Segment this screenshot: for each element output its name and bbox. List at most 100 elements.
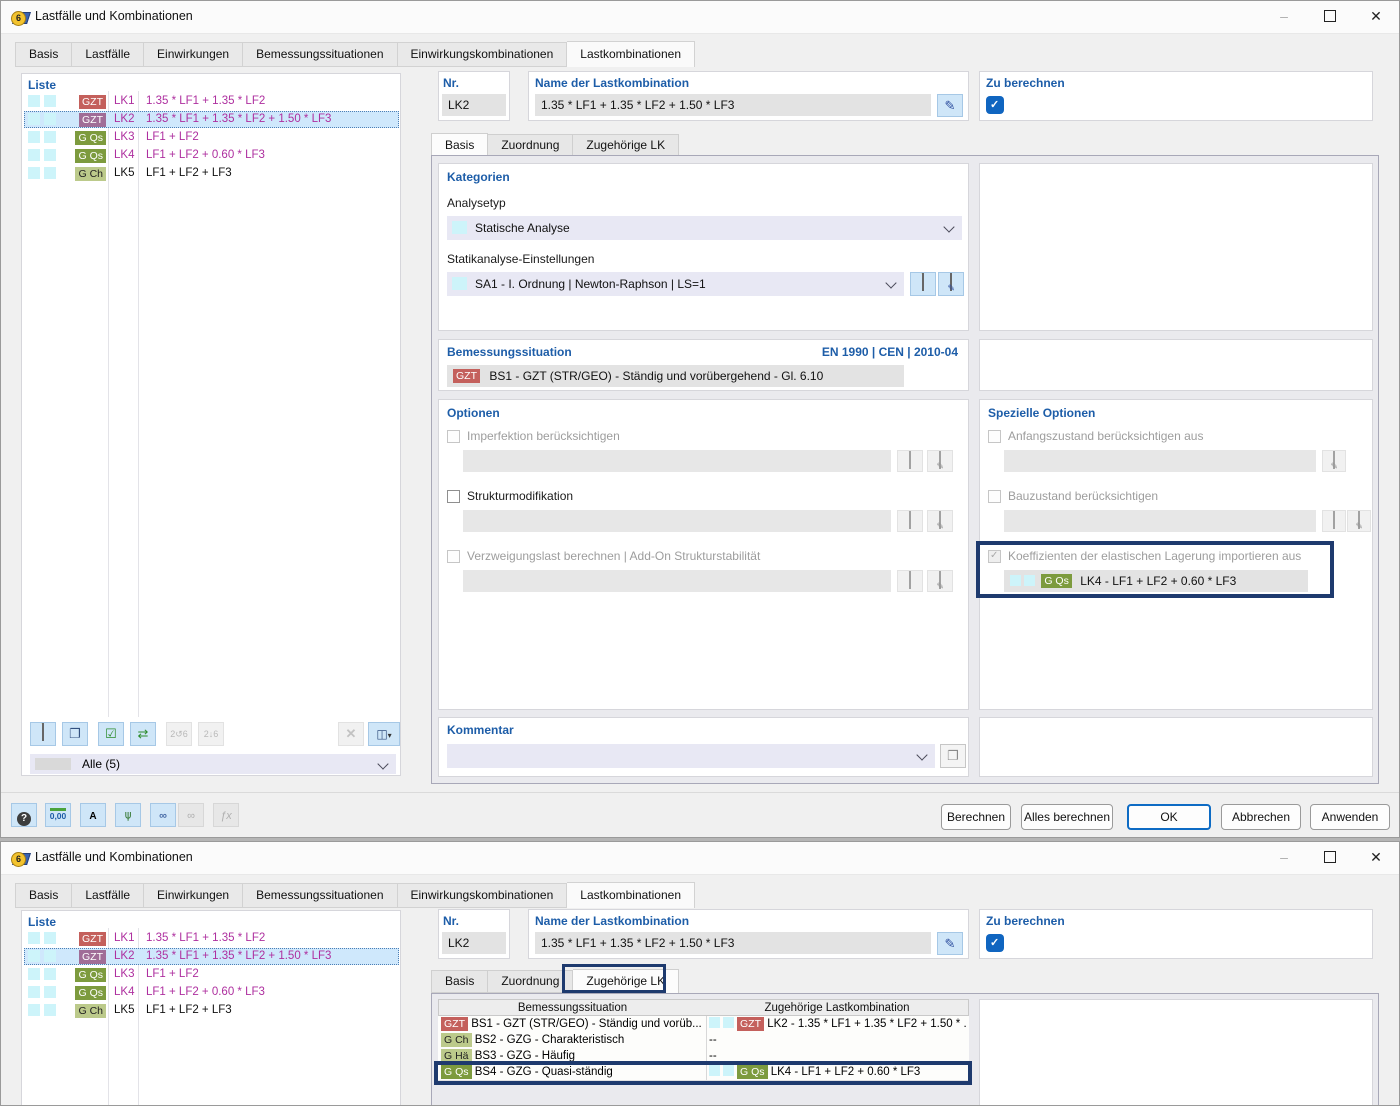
struktur-edit-button[interactable]: ✎ — [927, 510, 953, 532]
tab-bemessungssituationen[interactable]: Bemessungssituationen — [243, 883, 398, 908]
verzweigung-edit-button[interactable]: ✎ — [927, 570, 953, 592]
bauzustand-new-button[interactable]: ✦ — [1322, 510, 1346, 532]
copy-item-button[interactable]: ❐ — [62, 722, 88, 746]
minimize-button[interactable]: – — [1261, 842, 1307, 873]
ok-button[interactable]: OK — [1127, 804, 1211, 830]
bemessung-field[interactable]: GZT BS1 - GZT (STR/GEO) - Ständig und vo… — [447, 365, 904, 387]
table-row-bs1[interactable]: GZT BS1 - GZT (STR/GEO) - Ständig und vo… — [438, 1016, 969, 1033]
tab-lastkombinationen[interactable]: Lastkombinationen — [567, 882, 695, 908]
list-item-lk5[interactable]: G Ch LK5 LF1 + LF2 + LF3 — [24, 165, 399, 182]
verzweigungslast-checkbox[interactable] — [447, 550, 460, 563]
link-button[interactable]: ∞ — [150, 803, 176, 827]
close-button[interactable]: ✕ — [1353, 842, 1399, 873]
maximize-button[interactable] — [1307, 1, 1353, 32]
statik-dropdown[interactable]: SA1 - I. Ordnung | Newton-Raphson | LS=1 — [447, 272, 904, 296]
nr-field[interactable]: LK2 — [442, 932, 506, 954]
columns-view-button[interactable]: ◫▾ — [368, 722, 400, 746]
name-field[interactable]: 1.35 * LF1 + 1.35 * LF2 + 1.50 * LF3 — [535, 932, 931, 954]
rename-button[interactable]: ✎ — [937, 932, 963, 955]
list-item-lk4[interactable]: G Qs LK4 LF1 + LF2 + 0.60 * LF3 — [24, 147, 399, 164]
flag-swatch[interactable] — [44, 167, 56, 179]
analysetyp-dropdown[interactable]: Statische Analyse — [447, 216, 962, 240]
display-settings-button[interactable]: A — [80, 803, 106, 827]
tab-lastfaelle[interactable]: Lastfälle — [72, 883, 145, 908]
close-button[interactable]: ✕ — [1353, 1, 1399, 32]
subtab-zuordnung[interactable]: Zuordnung — [488, 970, 574, 993]
formula-button[interactable]: ƒx — [213, 803, 239, 827]
tab-lastfaelle[interactable]: Lastfälle — [72, 42, 145, 67]
flag-swatch[interactable] — [44, 149, 56, 161]
invert-check-button[interactable]: ⇄ — [130, 722, 156, 746]
strukturmodifikation-checkbox[interactable] — [447, 490, 460, 503]
subtab-basis[interactable]: Basis — [431, 970, 489, 993]
table-header-zugehoerige-lk[interactable]: Zugehörige Lastkombination — [706, 999, 969, 1016]
flag-swatch[interactable] — [44, 950, 56, 962]
alles-berechnen-button[interactable]: Alles berechnen — [1021, 804, 1113, 830]
tab-bemessungssituationen[interactable]: Bemessungssituationen — [243, 42, 398, 67]
maximize-button[interactable] — [1307, 842, 1353, 873]
list-item-lk1[interactable]: GZT LK1 1.35 * LF1 + 1.35 * LF2 — [24, 930, 399, 947]
verzweigung-new-button[interactable]: ✦ — [897, 570, 923, 592]
tab-lastkombinationen[interactable]: Lastkombinationen — [567, 41, 695, 67]
subtab-zugehoerige-lk[interactable]: Zugehörige LK — [573, 134, 680, 157]
flag-swatch[interactable] — [44, 1004, 56, 1016]
new-item-button[interactable]: ✦ — [30, 722, 56, 746]
help-button[interactable]: ? — [11, 803, 37, 827]
flag-swatch[interactable] — [28, 167, 40, 179]
flag-swatch[interactable] — [28, 113, 40, 125]
table-row-bs3[interactable]: G Hä BS3 - GZG - Häufig -- — [438, 1048, 969, 1065]
abbrechen-button[interactable]: Abbrechen — [1221, 804, 1301, 830]
list-filter-dropdown[interactable]: Alle (5) — [30, 754, 396, 774]
bauzustand-edit-button[interactable]: ✎ — [1347, 510, 1371, 532]
imperfektion-new-button[interactable]: ✦ — [897, 450, 923, 472]
zu-berechnen-checkbox[interactable] — [986, 96, 1004, 114]
flag-swatch[interactable] — [28, 131, 40, 143]
tab-einwirkungskombinationen[interactable]: Einwirkungskombinationen — [397, 883, 568, 908]
list-item-lk2-selected[interactable]: GZT LK2 1.35 * LF1 + 1.35 * LF2 + 1.50 *… — [24, 111, 399, 128]
berechnen-button[interactable]: Berechnen — [941, 804, 1011, 830]
subtab-basis[interactable]: Basis — [431, 133, 489, 157]
unlink-button[interactable]: ∞ — [178, 803, 204, 827]
check-all-button[interactable]: ☑ — [98, 722, 124, 746]
table-header-bemessungssituation[interactable]: Bemessungssituation — [438, 999, 707, 1016]
table-row-bs4[interactable]: G Qs BS4 - GZG - Quasi-ständig G Qs LK4 … — [438, 1064, 969, 1081]
subtab-zuordnung[interactable]: Zuordnung — [488, 134, 574, 157]
flag-swatch[interactable] — [28, 986, 40, 998]
struktur-new-button[interactable]: ✦ — [897, 510, 923, 532]
zu-berechnen-checkbox[interactable] — [986, 934, 1004, 952]
tab-einwirkungskombinationen[interactable]: Einwirkungskombinationen — [397, 42, 568, 67]
flag-swatch[interactable] — [44, 131, 56, 143]
anwenden-button[interactable]: Anwenden — [1310, 804, 1390, 830]
tab-basis[interactable]: Basis — [15, 42, 73, 67]
renumber-fill-button[interactable]: 2↓6 — [198, 722, 224, 746]
statik-edit-button[interactable]: ✎ — [938, 272, 964, 296]
titlebar[interactable]: 6 Lastfälle und Kombinationen – ✕ — [1, 842, 1399, 875]
flag-swatch[interactable] — [28, 1004, 40, 1016]
table-row-bs2[interactable]: G Ch BS2 - GZG - Charakteristisch -- — [438, 1032, 969, 1049]
name-field[interactable]: 1.35 * LF1 + 1.35 * LF2 + 1.50 * LF3 — [535, 94, 931, 116]
anfangszustand-edit-button[interactable]: ✎ — [1322, 450, 1346, 472]
bauzustand-checkbox[interactable] — [988, 490, 1001, 503]
list-item-lk2-selected[interactable]: GZT LK2 1.35 * LF1 + 1.35 * LF2 + 1.50 *… — [24, 948, 399, 965]
imperfektion-edit-button[interactable]: ✎ — [927, 450, 953, 472]
tab-einwirkungen[interactable]: Einwirkungen — [144, 42, 244, 67]
kommentar-dropdown[interactable] — [447, 744, 935, 768]
list-item-lk4[interactable]: G Qs LK4 LF1 + LF2 + 0.60 * LF3 — [24, 984, 399, 1001]
list-item-lk3[interactable]: G Qs LK3 LF1 + LF2 — [24, 129, 399, 146]
flag-swatch[interactable] — [28, 149, 40, 161]
units-button[interactable]: 0,00 — [45, 803, 71, 827]
statik-new-button[interactable]: ✦ — [910, 272, 936, 296]
rename-button[interactable]: ✎ — [937, 94, 963, 117]
list-item-lk1[interactable]: GZT LK1 1.35 * LF1 + 1.35 * LF2 — [24, 93, 399, 110]
imperfektion-checkbox[interactable] — [447, 430, 460, 443]
subtab-zugehoerige-lk[interactable]: Zugehörige LK — [573, 969, 680, 993]
koeffizienten-field[interactable]: G Qs LK4 - LF1 + LF2 + 0.60 * LF3 — [1004, 570, 1308, 592]
flag-swatch[interactable] — [44, 968, 56, 980]
flag-swatch[interactable] — [44, 932, 56, 944]
flag-swatch[interactable] — [44, 95, 56, 107]
minimize-button[interactable]: – — [1261, 1, 1307, 32]
anfangszustand-checkbox[interactable] — [988, 430, 1001, 443]
flag-swatch[interactable] — [28, 950, 40, 962]
renumber-button[interactable]: 2↺6 — [166, 722, 192, 746]
titlebar[interactable]: 6 Lastfälle und Kombinationen – ✕ — [1, 1, 1399, 34]
